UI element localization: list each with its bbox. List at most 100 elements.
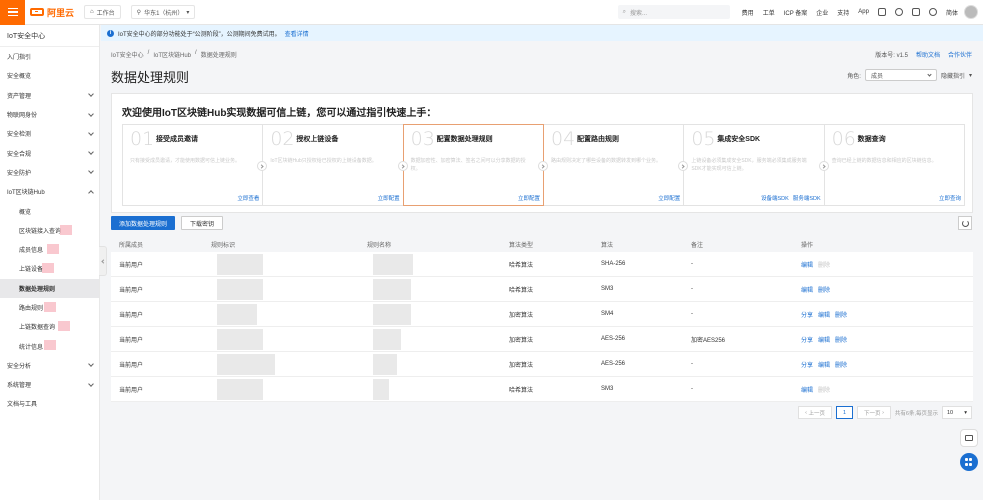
top-link[interactable]: 费用 (742, 8, 754, 17)
language-switch[interactable]: 简体 (946, 8, 958, 17)
download-key-button[interactable]: 下载密钥 (181, 216, 224, 230)
sidebar-item[interactable]: 区块链接入查询 (0, 221, 99, 240)
sidebar-item[interactable]: 文档与工具 (0, 394, 99, 413)
row-action-2[interactable]: 删除 (835, 335, 847, 344)
column-header: 所属成员 (119, 243, 144, 249)
page-size-select[interactable]: 10 ▾ (942, 406, 972, 419)
chevron-up-icon (88, 189, 94, 196)
guide-step: 04 配置路由规则 路由规则决定了哪些设备的数据转发到哪个业务。 立即配置 (542, 124, 689, 206)
guide-steps: 01 接受成员邀请 只有接受成员邀请，才能使用数据可信上链业务。 立即查看 02 授权上链… (122, 124, 965, 206)
aliyun-logo[interactable]: 阿里云 (30, 6, 74, 19)
guide-step: 02 授权上链设备 IoT区块链Hub只授权给已授权的上链设备数据。 立即配置 (262, 124, 408, 206)
actions-cell: 分享 编辑 删除 (793, 310, 973, 319)
table-header: 所属成员 规则标识 规则名称 算法类型 算法 备注 操作 (111, 237, 973, 252)
rule-id-cell (203, 377, 359, 401)
menu-icon[interactable] (0, 0, 25, 25)
top-link[interactable]: App (858, 9, 869, 15)
sidebar-item-label: 安全检测 (7, 132, 32, 139)
row-action-0[interactable]: 编辑 (801, 385, 813, 394)
sidebar-item[interactable]: 安全分析 (0, 356, 99, 375)
row-action-2[interactable]: 删除 (835, 360, 847, 369)
help-icon[interactable] (928, 8, 937, 16)
sidebar-item[interactable]: 资产管理 (0, 86, 99, 105)
sidebar-item[interactable]: 数据处理规则 (0, 278, 99, 298)
sidebar-item-label: 安全防护 (7, 170, 32, 177)
apps-icon (965, 458, 973, 466)
sidebar-item[interactable]: 上链数据查询 (0, 317, 99, 336)
breadcrumb-item[interactable]: IoT区块链Hub (153, 50, 191, 59)
sidebar-item[interactable]: IoT区块链Hub (0, 182, 99, 201)
sidebar-item[interactable]: 安全检测 (0, 124, 99, 143)
sidebar-item[interactable]: 安全概览 (0, 66, 99, 85)
step-action-link[interactable]: 立即配置 (378, 194, 400, 202)
step-action-link[interactable]: 设备端SDK (761, 194, 789, 202)
step-action-link[interactable]: 立即查看 (237, 194, 259, 202)
page-number[interactable]: 1 (835, 406, 854, 419)
cart-icon[interactable] (911, 8, 920, 16)
sidebar-item[interactable]: 路由规则 (0, 298, 99, 317)
sidebar-item-label: 系统管理 (7, 383, 32, 390)
breadcrumb-separator: / (147, 50, 150, 56)
column-header: 规则标识 (211, 243, 236, 249)
sidebar-item[interactable]: 上链设备 (0, 259, 99, 278)
role-bar: 角色: 成员 隐藏指引 ▾ (847, 69, 972, 81)
step-number: 02 (270, 128, 295, 150)
sidebar-item[interactable]: 概览 (0, 201, 99, 220)
row-action-1: 删除 (818, 262, 831, 269)
row-action-0[interactable]: 分享 (801, 310, 813, 319)
breadcrumb-item: 数据处理规则 (200, 53, 237, 59)
workbench-button[interactable]: ⌂ 工作台 (84, 5, 121, 19)
top-link[interactable]: 工单 (763, 8, 775, 17)
partner-link[interactable]: 合作伙伴 (948, 50, 972, 59)
add-rule-button[interactable]: 添加数据处理规则 (111, 216, 176, 230)
row-action-0[interactable]: 分享 (801, 360, 813, 369)
row-action-1[interactable]: 编辑 (818, 335, 830, 344)
refresh-button[interactable] (958, 216, 972, 230)
sidebar-item[interactable]: 系统管理 (0, 375, 99, 394)
step-action-link[interactable]: 立即配置 (518, 194, 540, 202)
top-link[interactable]: ICP 备案 (784, 8, 808, 17)
notice-details-link[interactable]: 查看详情 (285, 29, 309, 38)
top-link[interactable]: 支持 (837, 8, 849, 17)
redacted-badge (44, 340, 56, 351)
sidebar-item[interactable]: 安全合规 (0, 143, 99, 162)
sidebar-item[interactable]: 统计信息 (0, 336, 99, 355)
search-input[interactable]: ⌕ 搜索... (617, 5, 730, 19)
row-action-0[interactable]: 编辑 (801, 260, 813, 269)
step-number: 01 (130, 128, 155, 150)
next-page-button[interactable]: 下一页 › (857, 406, 891, 419)
region-selector[interactable]: ⚲ 华东1（杭州） ▾ (130, 5, 196, 19)
step-action-link[interactable]: 立即查询 (939, 194, 961, 202)
sidebar-item[interactable]: 成员信息 (0, 240, 99, 259)
mail-icon[interactable] (877, 8, 886, 16)
role-select[interactable]: 成员 (864, 69, 937, 81)
info-icon: i (107, 29, 114, 37)
avatar[interactable] (964, 5, 978, 19)
top-link[interactable]: 企业 (816, 8, 828, 17)
row-action-1[interactable]: 编辑 (818, 310, 830, 319)
row-action-1[interactable]: 编辑 (818, 360, 830, 369)
sidebar-item[interactable]: 物联网身份 (0, 105, 99, 124)
apps-float-button[interactable] (960, 453, 978, 471)
main-content: IoT安全中心 / IoT区块链Hub / 数据处理规则 数据处理规则 版本号: v… (101, 41, 983, 500)
member-cell: 当前用户 (119, 337, 144, 344)
row-action-2[interactable]: 删除 (835, 310, 847, 319)
breadcrumb-item[interactable]: IoT安全中心 (111, 50, 144, 59)
chat-float-button[interactable] (960, 429, 978, 447)
row-action-0[interactable]: 分享 (801, 335, 813, 344)
step-title: 配置数据处理规则 (436, 136, 493, 143)
hide-guide-toggle[interactable]: 隐藏指引 (941, 71, 965, 80)
algo-cell: SM3 (601, 386, 614, 392)
row-action-0[interactable]: 编辑 (801, 285, 813, 294)
sidebar-item-label: 安全概览 (7, 74, 32, 81)
step-action-link[interactable]: 立即配置 (658, 194, 680, 202)
prev-page-button[interactable]: ‹ 上一页 (798, 406, 832, 419)
row-action-1[interactable]: 删除 (818, 285, 830, 294)
help-docs-link[interactable]: 帮助文档 (916, 50, 940, 59)
column-header: 规则名称 (367, 243, 392, 249)
sidebar-item[interactable]: 安全防护 (0, 163, 99, 182)
step-number: 06 (831, 128, 856, 150)
sidebar-item[interactable]: 入门指引 (0, 47, 99, 66)
step-action-link[interactable]: 服务端SDK (793, 194, 821, 202)
bell-icon[interactable] (894, 8, 903, 16)
